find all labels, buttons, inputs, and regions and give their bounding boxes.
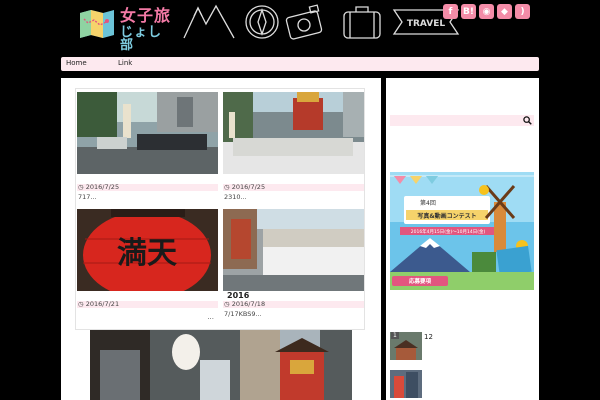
nav-home-link[interactable]: Home	[66, 59, 87, 67]
social-links: f B! ◉ ◆ )	[443, 4, 530, 20]
global-nav: Home Link	[61, 57, 539, 71]
contest-banner[interactable]: 第4回 写真&動画コンテスト 2016年4月15日(金)〜10月14日(金) 応…	[390, 172, 534, 290]
post-excerpt: 2310...	[224, 193, 247, 201]
post-date: ◷ 2016/7/21	[77, 301, 218, 308]
rss-icon[interactable]: )	[515, 4, 530, 19]
post-thumbnail-red-lantern[interactable]: 満天	[77, 209, 218, 291]
post-more[interactable]: ...	[207, 313, 214, 321]
site-header: 女子旅 じょし部 TRAVEL f B! ◉ ◆)	[0, 0, 600, 52]
recent-post-count: 12	[424, 333, 433, 341]
post-card[interactable]: 満天 ◷ 2016/7/21 ...	[77, 209, 218, 321]
lantern-kanji: 満天	[117, 236, 177, 271]
post-card[interactable]: ◷ 2016/7/25 717...	[77, 92, 218, 204]
post-thumbnail-parade-street[interactable]	[77, 92, 218, 174]
post-date: ◷ 2016/7/25	[77, 184, 218, 191]
search-box[interactable]	[390, 115, 534, 126]
svg-text:応募要項: 応募要項	[409, 277, 432, 285]
contest-banner-image: 第4回 写真&動画コンテスト 2016年4月15日(金)〜10月14日(金) 応…	[390, 172, 534, 290]
compass-doodle-icon	[245, 5, 279, 39]
travel-ribbon-text: TRAVEL	[407, 19, 446, 29]
logo-subtitle: じょし部	[120, 25, 163, 53]
post-thumbnail-float-procession[interactable]	[223, 92, 364, 174]
nav-link-link[interactable]: Link	[118, 59, 132, 67]
post-title[interactable]: 2016	[227, 291, 249, 300]
suitcase-doodle-icon	[343, 6, 381, 39]
folded-map-icon	[80, 10, 114, 38]
svg-text:2016年4月15日(金)〜10月14日(金): 2016年4月15日(金)〜10月14日(金)	[411, 228, 486, 235]
recent-post-thumbnail[interactable]	[390, 370, 422, 398]
logo-title: 女子旅	[120, 6, 172, 25]
svg-text:第4回: 第4回	[420, 199, 436, 207]
mountain-doodle-icon	[183, 4, 235, 39]
camera-doodle-icon	[285, 4, 323, 40]
featured-image-festival-float[interactable]	[90, 330, 352, 400]
post-excerpt: 7/17KBS9...	[224, 310, 262, 318]
search-icon[interactable]	[523, 116, 532, 125]
travel-doodles-illustration: TRAVEL	[183, 4, 460, 40]
recent-post-item[interactable]: 1	[390, 332, 422, 360]
svg-text:写真&動画コンテスト: 写真&動画コンテスト	[417, 212, 476, 220]
hatena-bookmark-icon[interactable]: B!	[461, 4, 476, 19]
sidebar: 第4回 写真&動画コンテスト 2016年4月15日(金)〜10月14日(金) 応…	[386, 78, 539, 400]
facebook-icon[interactable]: f	[443, 4, 458, 19]
feedly-icon[interactable]: ◆	[497, 4, 512, 19]
post-thumbnail-street-festival[interactable]	[223, 209, 364, 291]
instagram-icon[interactable]: ◉	[479, 4, 494, 19]
post-card[interactable]: ◷ 2016/7/25 2310...	[223, 92, 364, 204]
post-date: ◷ 2016/7/18	[223, 301, 364, 308]
post-excerpt: 717...	[78, 193, 97, 201]
site-logo[interactable]: 女子旅 じょし部	[80, 6, 172, 52]
recent-post-rank-badge: 1	[391, 332, 399, 339]
post-date: ◷ 2016/7/25	[223, 184, 364, 191]
post-card[interactable]: 2016 ◷ 2016/7/18 7/17KBS9...	[223, 209, 364, 321]
main-content: ◷ 2016/7/25 717... ◷ 2016/7/25 2310... 満…	[61, 78, 381, 400]
